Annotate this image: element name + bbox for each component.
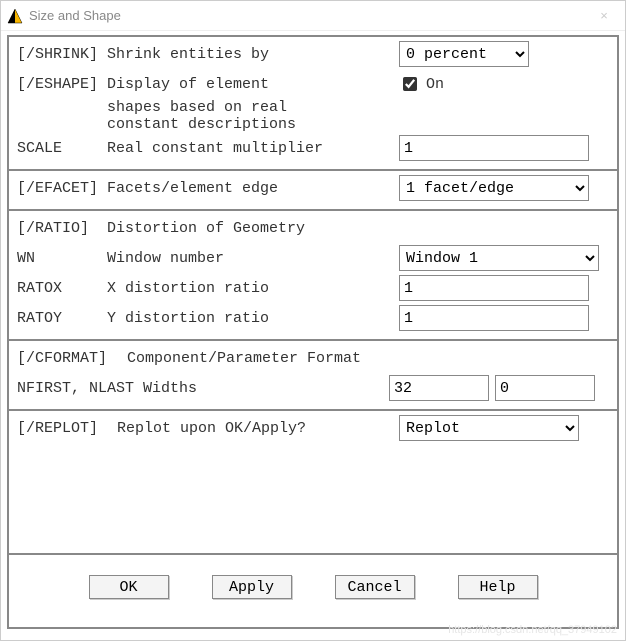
eshape-checkbox-wrap[interactable]: On (399, 74, 444, 94)
row-ratio-heading: [/RATIO] Distortion of Geometry (17, 213, 609, 243)
replot-key: [/REPLOT] (17, 420, 117, 437)
button-bar: OK Apply Cancel Help (17, 557, 609, 621)
row-efacet: [/EFACET] Facets/element edge 1 facet/ed… (17, 173, 609, 203)
ratoy-input[interactable] (399, 305, 589, 331)
section-ratio: [/RATIO] Distortion of Geometry WN Windo… (9, 209, 617, 339)
section-replot: [/REPLOT] Replot upon OK/Apply? Replot (9, 409, 617, 553)
eshape-check-label: On (426, 76, 444, 93)
cformat-key: [/CFORMAT] (17, 350, 127, 367)
efacet-key: [/EFACET] (17, 180, 107, 197)
apply-button[interactable]: Apply (212, 575, 292, 599)
shrink-label: Shrink entities by (107, 46, 399, 63)
wn-select[interactable]: Window 1 (399, 245, 599, 271)
shrink-select[interactable]: 0 percent (399, 41, 529, 67)
app-icon (7, 8, 23, 24)
ratoy-label: Y distortion ratio (107, 310, 399, 327)
nlast-input[interactable] (495, 375, 595, 401)
efacet-label: Facets/element edge (107, 180, 399, 197)
replot-label: Replot upon OK/Apply? (117, 420, 399, 437)
window-title: Size and Shape (29, 8, 589, 23)
row-replot: [/REPLOT] Replot upon OK/Apply? Replot (17, 413, 609, 443)
scale-input[interactable] (399, 135, 589, 161)
form-body: [/SHRINK] Shrink entities by 0 percent [… (7, 35, 619, 629)
button-bar-section: OK Apply Cancel Help (9, 553, 617, 627)
wn-key: WN (17, 250, 107, 267)
ratoy-key: RATOY (17, 310, 107, 327)
dialog-window: Size and Shape × [/SHRINK] Shrink entiti… (0, 0, 626, 641)
ratox-label: X distortion ratio (107, 280, 399, 297)
eshape-sub2: constant descriptions (107, 116, 609, 133)
section-efacet: [/EFACET] Facets/element edge 1 facet/ed… (9, 169, 617, 209)
scale-key: SCALE (17, 140, 107, 157)
ratio-label: Distortion of Geometry (107, 220, 399, 237)
ratox-key: RATOX (17, 280, 107, 297)
eshape-sub1: shapes based on real (107, 99, 609, 116)
row-cformat-widths: NFIRST, NLAST Widths (17, 373, 609, 403)
row-cformat-heading: [/CFORMAT] Component/Parameter Format (17, 343, 609, 373)
eshape-key: [/ESHAPE] (17, 76, 107, 93)
eshape-label: Display of element (107, 76, 399, 93)
ratio-key: [/RATIO] (17, 220, 107, 237)
shrink-key: [/SHRINK] (17, 46, 107, 63)
ratox-input[interactable] (399, 275, 589, 301)
title-bar: Size and Shape × (1, 1, 625, 31)
help-button[interactable]: Help (458, 575, 538, 599)
dialog-content: [/SHRINK] Shrink entities by 0 percent [… (1, 31, 625, 640)
row-scale: SCALE Real constant multiplier (17, 133, 609, 163)
row-wn: WN Window number Window 1 (17, 243, 609, 273)
row-eshape: [/ESHAPE] Display of element On (17, 69, 609, 99)
efacet-select[interactable]: 1 facet/edge (399, 175, 589, 201)
cancel-button[interactable]: Cancel (335, 575, 415, 599)
cformat-label: Component/Parameter Format (127, 350, 609, 367)
nfirst-input[interactable] (389, 375, 489, 401)
ok-button[interactable]: OK (89, 575, 169, 599)
row-ratox: RATOX X distortion ratio (17, 273, 609, 303)
section-cformat: [/CFORMAT] Component/Parameter Format NF… (9, 339, 617, 409)
row-ratoy: RATOY Y distortion ratio (17, 303, 609, 333)
close-icon[interactable]: × (589, 8, 619, 23)
eshape-checkbox[interactable] (403, 77, 417, 91)
scale-label: Real constant multiplier (107, 140, 399, 157)
section-shrink-eshape: [/SHRINK] Shrink entities by 0 percent [… (9, 37, 617, 169)
replot-select[interactable]: Replot (399, 415, 579, 441)
wn-label: Window number (107, 250, 399, 267)
cformat-widths-label: NFIRST, NLAST Widths (17, 380, 389, 397)
row-shrink: [/SHRINK] Shrink entities by 0 percent (17, 39, 609, 69)
